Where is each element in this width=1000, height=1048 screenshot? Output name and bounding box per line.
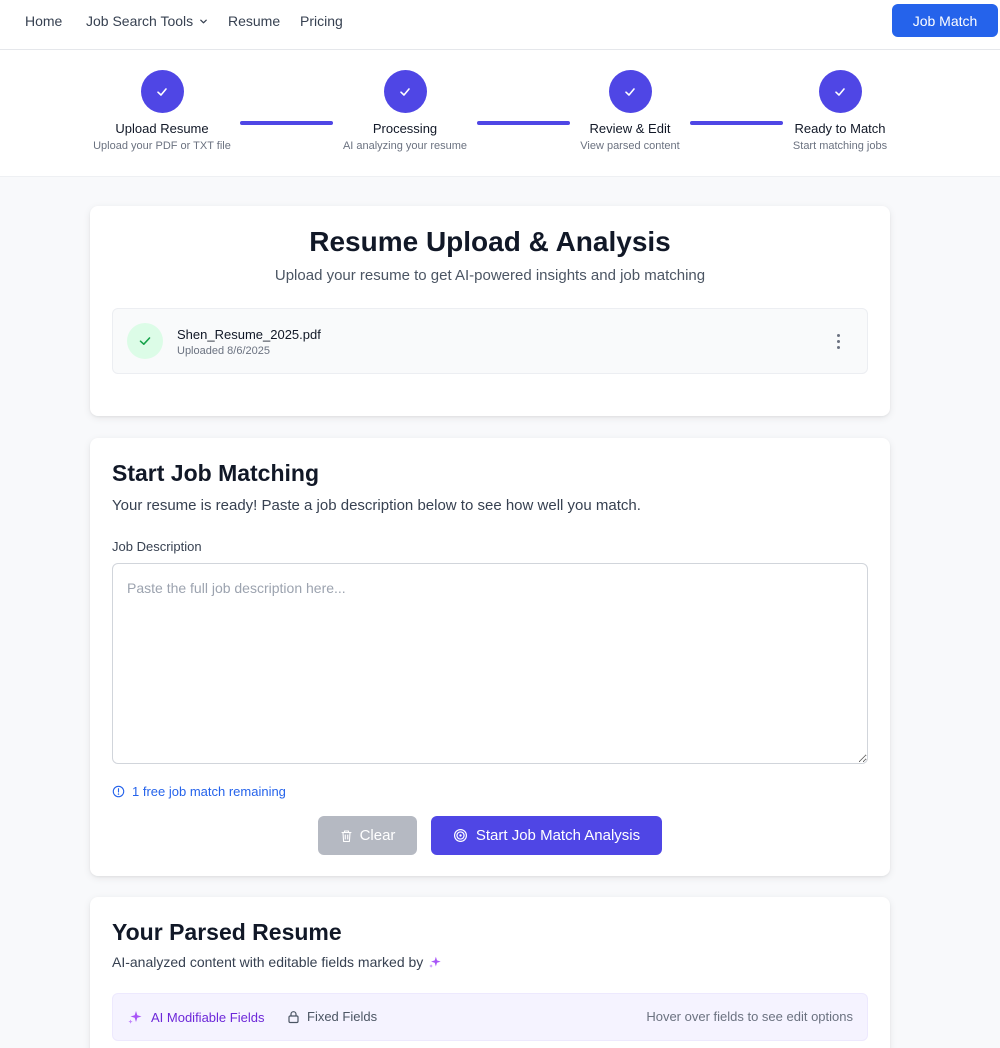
step-complete-indicator [140,70,184,113]
clear-button[interactable]: Clear [318,816,417,855]
step-title: Upload Resume [115,121,209,136]
step-complete-indicator [608,70,652,113]
parsed-resume-subtitle-text: AI-analyzed content with editable fields… [112,954,424,970]
legend-ai-modifiable: AI Modifiable Fields [127,1009,264,1025]
check-icon [835,87,845,96]
nav-home-link[interactable]: Home [25,12,62,30]
step-subtitle: Start matching jobs [792,140,888,152]
step-processing: Processing AI analyzing your resume [315,70,495,153]
legend-fixed-label: Fixed Fields [307,1009,378,1024]
check-icon [400,87,410,96]
check-icon [139,337,151,345]
legend-hover-hint: Hover over fields to see edit options [646,1009,853,1024]
more-options-icon[interactable] [831,331,845,351]
nav-job-search-tools-label: Job Search Tools [86,13,194,29]
step-complete-indicator [818,70,862,113]
step-review-edit: Review & Edit View parsed content [540,70,720,153]
free-matches-remaining: 1 free job match remaining [112,784,286,799]
resume-upload-card: Resume Upload & Analysis Upload your res… [90,206,890,416]
top-nav: Home Job Search Tools Resume Pricing Job… [0,0,1000,50]
uploaded-file-row: Shen_Resume_2025.pdf Uploaded 8/6/2025 [112,308,868,374]
free-matches-text: 1 free job match remaining [132,784,286,799]
nav-resume-link[interactable]: Resume [228,12,280,30]
step-title: Processing [372,121,438,136]
step-ready-to-match: Ready to Match Start matching jobs [750,70,930,153]
nav-job-search-tools-dropdown[interactable]: Job Search Tools [86,12,208,30]
check-icon [157,87,167,96]
check-icon [625,87,635,96]
trash-icon [341,829,352,842]
job-matching-subtitle: Your resume is ready! Paste a job descri… [112,497,641,514]
step-subtitle: AI analyzing your resume [342,140,468,152]
step-title: Ready to Match [794,121,886,136]
job-description-label: Job Description [112,539,202,554]
info-icon [112,785,125,798]
start-job-match-button[interactable]: Start Job Match Analysis [431,816,662,855]
lock-icon [288,1010,299,1023]
nav-pricing-link[interactable]: Pricing [300,12,343,30]
upload-card-title: Resume Upload & Analysis [309,226,671,257]
step-subtitle: View parsed content [580,140,680,152]
job-description-input[interactable] [112,563,868,764]
parsed-resume-subtitle: AI-analyzed content with editable fields… [112,954,442,970]
parsed-resume-card: Your Parsed Resume AI-analyzed content w… [90,897,890,1048]
job-matching-title: Start Job Matching [112,460,320,486]
step-upload-resume: Upload Resume Upload your PDF or TXT fil… [72,70,252,153]
sparkles-icon [128,1011,142,1024]
step-subtitle: Upload your PDF or TXT file [93,140,231,152]
legend-fixed-fields: Fixed Fields [287,1009,377,1024]
start-job-match-label: Start Job Match Analysis [475,827,641,844]
upload-success-badge [127,323,163,359]
progress-stepper: Upload Resume Upload your PDF or TXT fil… [0,50,1000,177]
clear-button-label: Clear [359,827,396,844]
parsed-resume-title: Your Parsed Resume [112,919,342,945]
field-legend-bar: AI Modifiable Fields Fixed Fields Hover … [112,993,868,1041]
chevron-down-icon [200,19,207,23]
file-name: Shen_Resume_2025.pdf [177,327,321,342]
sparkles-icon [429,956,441,968]
file-upload-date: Uploaded 8/6/2025 [177,345,270,357]
step-complete-indicator [383,70,427,113]
legend-ai-label: AI Modifiable Fields [151,1009,265,1025]
upload-card-subtitle: Upload your resume to get AI-powered ins… [274,267,706,284]
job-match-button[interactable]: Job Match [892,4,998,37]
target-icon [453,828,467,843]
job-matching-card: Start Job Matching Your resume is ready!… [90,438,890,876]
